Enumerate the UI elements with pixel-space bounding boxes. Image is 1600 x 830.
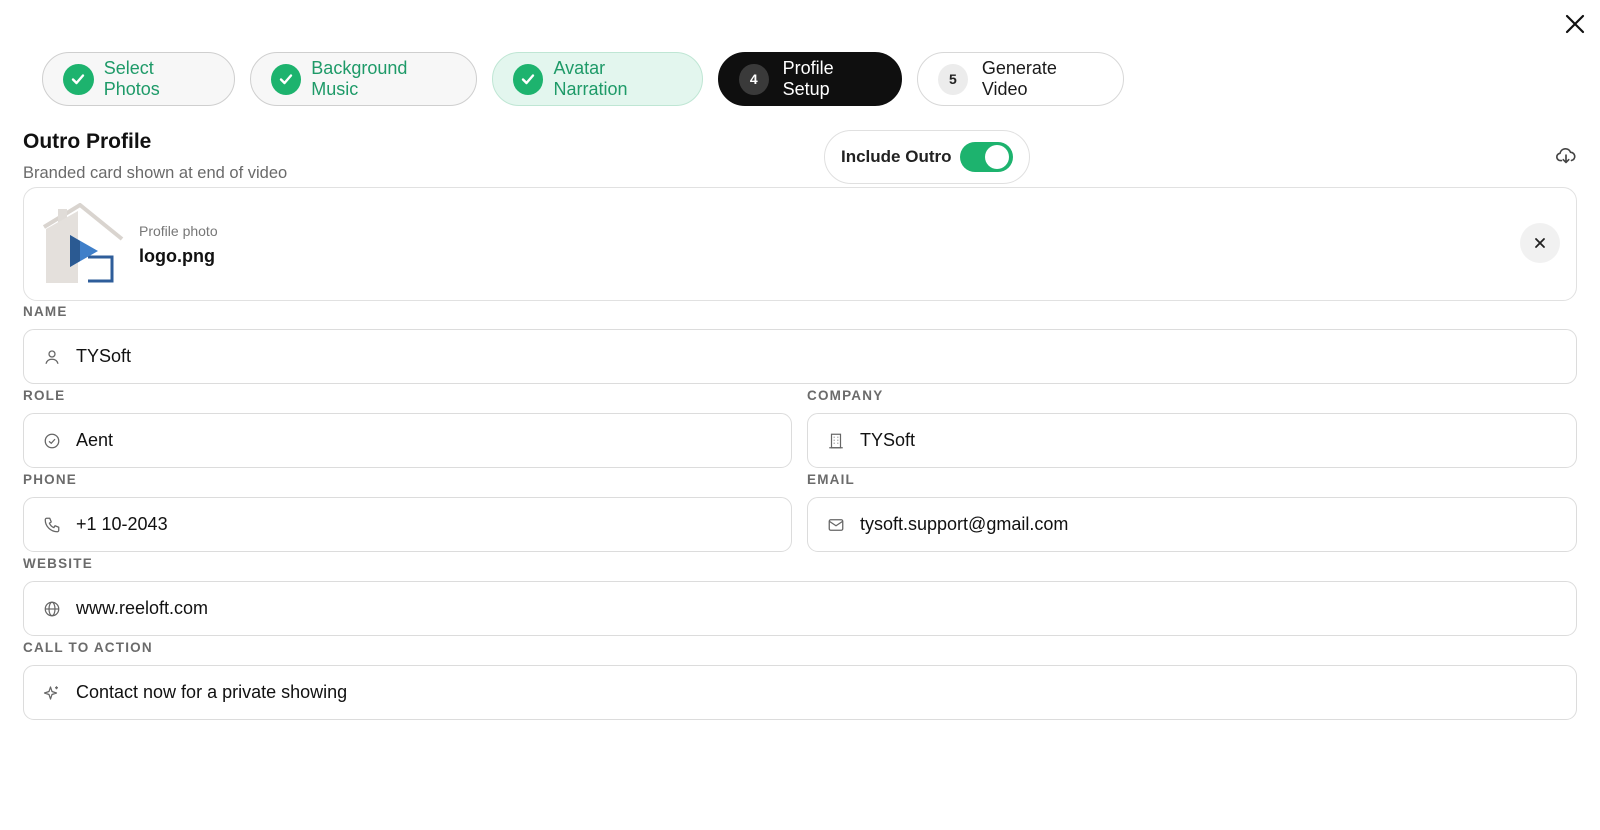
role-input[interactable] xyxy=(76,414,791,467)
checkmark-icon xyxy=(271,63,302,95)
cta-input[interactable] xyxy=(76,666,1576,719)
step-label: Avatar Narration xyxy=(553,58,628,99)
role-field[interactable] xyxy=(23,413,792,468)
company-field[interactable] xyxy=(807,413,1577,468)
website-input[interactable] xyxy=(76,582,1576,635)
toggle-knob xyxy=(985,145,1009,169)
user-icon xyxy=(42,347,62,367)
step-label: Select Photos xyxy=(103,58,160,99)
phone-icon xyxy=(42,515,62,535)
cloud-download-button[interactable] xyxy=(1555,145,1577,167)
close-icon xyxy=(1565,14,1585,34)
cta-field[interactable] xyxy=(23,665,1577,720)
profile-photo-card: Profile photo logo.png xyxy=(23,187,1577,301)
phone-input[interactable] xyxy=(76,498,791,551)
include-outro-control: Include Outro xyxy=(824,130,1030,184)
building-icon xyxy=(826,431,846,451)
email-field[interactable] xyxy=(807,497,1577,552)
logo-thumbnail xyxy=(40,202,124,285)
email-label: EMAIL xyxy=(807,472,855,487)
step-profile-setup[interactable]: 4 Profile Setup xyxy=(718,52,902,106)
step-select-photos[interactable]: Select Photos xyxy=(42,52,235,106)
step-label: Profile Setup xyxy=(782,58,834,99)
include-outro-toggle[interactable] xyxy=(960,142,1013,172)
checkmark-icon xyxy=(513,63,544,95)
globe-icon xyxy=(42,599,62,619)
profile-photo-filename: logo.png xyxy=(139,246,215,266)
step-generate-video[interactable]: 5 Generate Video xyxy=(917,52,1124,106)
checkmark-icon xyxy=(63,63,94,95)
role-label: ROLE xyxy=(23,388,66,403)
name-label: NAME xyxy=(23,304,68,319)
cta-label: CALL TO ACTION xyxy=(23,640,153,655)
phone-field[interactable] xyxy=(23,497,792,552)
company-input[interactable] xyxy=(860,414,1576,467)
step-number: 4 xyxy=(739,63,769,95)
step-background-music[interactable]: Background Music xyxy=(250,52,477,106)
step-avatar-narration[interactable]: Avatar Narration xyxy=(492,52,703,106)
badge-check-icon xyxy=(42,431,62,451)
step-label: Generate Video xyxy=(981,58,1057,99)
cloud-download-icon xyxy=(1556,147,1576,164)
sparkle-icon xyxy=(42,683,62,703)
section-subtitle: Branded card shown at end of video xyxy=(23,164,288,182)
website-label: WEBSITE xyxy=(23,556,93,571)
name-field[interactable] xyxy=(23,329,1577,384)
name-input[interactable] xyxy=(76,330,1576,383)
profile-photo-label: Profile photo xyxy=(139,223,218,239)
remove-photo-button[interactable] xyxy=(1520,223,1560,263)
email-input[interactable] xyxy=(860,498,1576,551)
mail-icon xyxy=(826,515,846,535)
section-title: Outro Profile xyxy=(23,130,152,153)
stepper: Select Photos Background Music Avatar Na… xyxy=(42,52,1124,106)
phone-label: PHONE xyxy=(23,472,78,487)
company-label: COMPANY xyxy=(807,388,884,403)
website-field[interactable] xyxy=(23,581,1577,636)
step-number: 5 xyxy=(938,63,968,95)
step-label: Background Music xyxy=(311,58,408,99)
close-button[interactable] xyxy=(1561,10,1589,38)
include-outro-label: Include Outro xyxy=(841,147,952,166)
close-icon xyxy=(1535,238,1545,248)
